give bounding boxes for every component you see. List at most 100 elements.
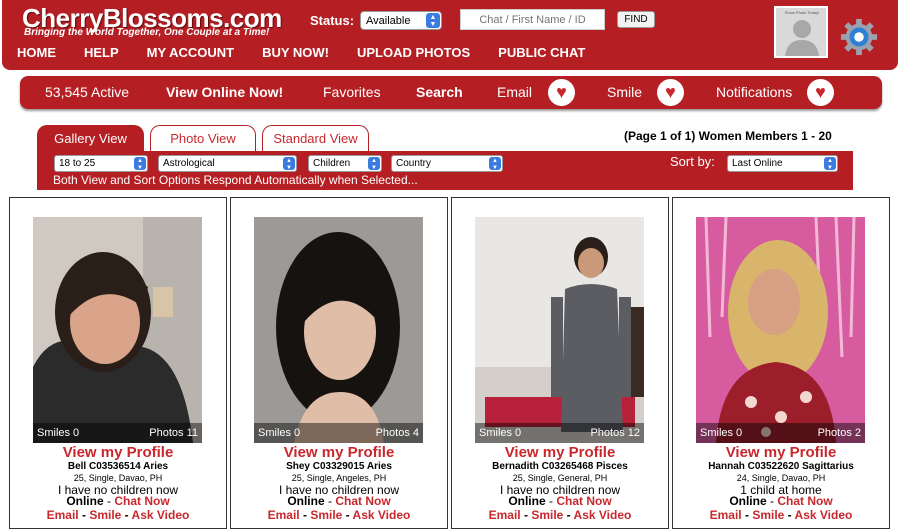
email-link[interactable]: Email [497, 84, 532, 100]
astrological-select[interactable]: Astrological ▲ ▼ [158, 155, 297, 172]
chevron-updown-icon: ▲ ▼ [368, 157, 380, 171]
notifications-link[interactable]: Notifications [716, 84, 792, 100]
nav-upload-photos[interactable]: UPLOAD PHOTOS [357, 45, 470, 60]
photos-count: Photos 2 [817, 427, 861, 439]
sort-select[interactable]: Last Online ▲ ▼ [727, 155, 838, 172]
ask-video-link[interactable]: Ask Video [795, 508, 853, 522]
status-value: Available [366, 15, 411, 27]
country-value: Country [396, 158, 432, 169]
online-label: Online [287, 494, 325, 508]
sort-label: Sort by: [670, 154, 715, 169]
age-select[interactable]: 18 to 25 ▲ ▼ [54, 155, 148, 172]
heart-icon[interactable]: ♥ [548, 79, 575, 106]
view-profile-link[interactable]: View my Profile [231, 444, 447, 461]
smiles-count: Smiles 0 [258, 427, 301, 439]
chevron-updown-icon: ▲ ▼ [489, 157, 501, 171]
member-card: Smiles 0 Photos 11 View my Profile Bell … [9, 197, 227, 529]
children-value: Children [313, 158, 351, 169]
nav-public-chat[interactable]: PUBLIC CHAT [498, 45, 585, 60]
smile-link[interactable]: Smile [89, 508, 121, 522]
tab-photo-view[interactable]: Photo View [150, 125, 256, 152]
member-photo[interactable]: Smiles 0 Photos 2 [696, 217, 865, 443]
chevron-updown-icon: ▲ ▼ [426, 13, 440, 28]
nav-help[interactable]: HELP [84, 45, 119, 60]
member-card: Smiles 0 Photos 12 View my Profile Berna… [451, 197, 669, 529]
email-link[interactable]: Email [268, 508, 300, 522]
sort-value: Last Online [732, 158, 783, 169]
view-profile-link[interactable]: View my Profile [452, 444, 668, 461]
astrological-value: Astrological [163, 158, 215, 169]
online-label: Online [66, 494, 104, 508]
filters-note: Both View and Sort Options Respond Autom… [53, 173, 418, 187]
chat-now-link[interactable]: Chat Now [335, 494, 390, 508]
online-label: Online [729, 494, 767, 508]
member-toolbar: 53,545 Active View Online Now! Favorites… [20, 76, 882, 109]
main-nav: HOME HELP MY ACCOUNT BUY NOW! UPLOAD PHO… [17, 45, 613, 60]
filter-bar: 18 to 25 ▲ ▼ Astrological ▲ ▼ Children ▲ ▼ … [37, 151, 853, 190]
member-info: 25, Single, Angeles, PH [291, 473, 387, 483]
photo-stats: Smiles 0 Photos 2 [696, 423, 865, 443]
member-name: Bernadith C03265468 Pisces [492, 461, 628, 472]
chevron-updown-icon: ▲ ▼ [824, 157, 836, 171]
nav-my-account[interactable]: MY ACCOUNT [147, 45, 234, 60]
avatar[interactable]: Show Photo Today! [774, 6, 828, 58]
nav-home[interactable]: HOME [17, 45, 56, 60]
chevron-updown-icon: ▲ ▼ [283, 157, 295, 171]
email-link[interactable]: Email [710, 508, 742, 522]
online-status: Online - Chat Now [508, 494, 612, 508]
smile-link[interactable]: Smile [752, 508, 784, 522]
online-status: Online - Chat Now [66, 494, 170, 508]
status-select[interactable]: Available ▲ ▼ [360, 11, 442, 30]
country-select[interactable]: Country ▲ ▼ [391, 155, 503, 172]
view-profile-link[interactable]: View my Profile [10, 444, 226, 461]
page-info: (Page 1 of 1) Women Members 1 - 20 [624, 129, 832, 143]
member-name: Shey C03329015 Aries [286, 461, 392, 472]
photo-stats: Smiles 0 Photos 11 [33, 423, 202, 443]
email-link[interactable]: Email [489, 508, 521, 522]
search-input[interactable] [460, 9, 605, 30]
favorites-link[interactable]: Favorites [323, 84, 381, 100]
email-link[interactable]: Email [47, 508, 79, 522]
card-actions: Email - Smile - Ask Video [267, 508, 411, 522]
user-silhouette-icon [785, 20, 819, 56]
chat-now-link[interactable]: Chat Now [114, 494, 169, 508]
heart-icon[interactable]: ♥ [657, 79, 684, 106]
online-status: Online - Chat Now [287, 494, 391, 508]
view-online-link[interactable]: View Online Now! [166, 84, 283, 100]
member-info: 25, Single, Davao, PH [73, 473, 163, 483]
children-select[interactable]: Children ▲ ▼ [308, 155, 382, 172]
member-photo[interactable]: Smiles 0 Photos 4 [254, 217, 423, 443]
ask-video-link[interactable]: Ask Video [574, 508, 632, 522]
ask-video-link[interactable]: Ask Video [353, 508, 411, 522]
photo-stats: Smiles 0 Photos 12 [475, 423, 644, 443]
heart-icon[interactable]: ♥ [807, 79, 834, 106]
find-button[interactable]: FIND [617, 11, 655, 28]
age-value: 18 to 25 [59, 158, 96, 169]
site-header: CherryBlossoms.com Bringing the World To… [2, 0, 898, 70]
photos-count: Photos 4 [375, 427, 419, 439]
status-label: Status: [310, 13, 355, 28]
search-link[interactable]: Search [416, 84, 463, 100]
ask-video-link[interactable]: Ask Video [132, 508, 190, 522]
gear-icon[interactable] [840, 18, 878, 56]
smile-link[interactable]: Smile [531, 508, 563, 522]
smiles-count: Smiles 0 [37, 427, 80, 439]
tab-standard-view[interactable]: Standard View [262, 125, 369, 152]
site-tagline: Bringing the World Together, One Couple … [24, 27, 270, 38]
member-photo[interactable]: Smiles 0 Photos 11 [33, 217, 202, 443]
tab-gallery-view[interactable]: Gallery View [37, 125, 144, 152]
chat-now-link[interactable]: Chat Now [556, 494, 611, 508]
card-actions: Email - Smile - Ask Video [709, 508, 853, 522]
member-info: 24, Single, Davao, PH [736, 473, 826, 483]
member-photo[interactable]: Smiles 0 Photos 12 [475, 217, 644, 443]
view-profile-link[interactable]: View my Profile [673, 444, 889, 461]
smile-link[interactable]: Smile [607, 84, 642, 100]
member-name: Bell C03536514 Aries [67, 461, 169, 472]
nav-buy-now[interactable]: BUY NOW! [262, 45, 329, 60]
chat-now-link[interactable]: Chat Now [777, 494, 832, 508]
card-actions: Email - Smile - Ask Video [46, 508, 190, 522]
member-card: Smiles 0 Photos 2 View my Profile Hannah… [672, 197, 890, 529]
online-status: Online - Chat Now [729, 494, 833, 508]
active-count: 53,545 Active [45, 84, 130, 100]
smile-link[interactable]: Smile [310, 508, 342, 522]
